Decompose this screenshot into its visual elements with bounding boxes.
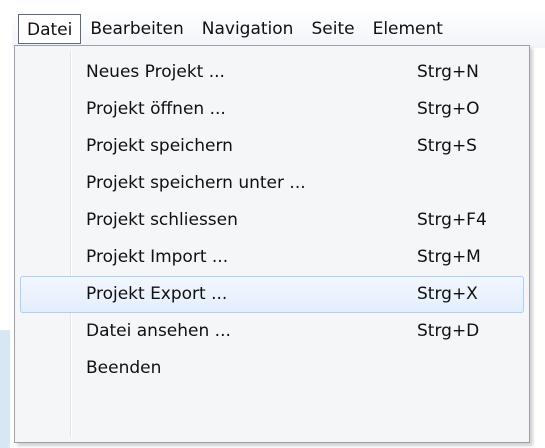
menu-item-shortcut: Strg+X	[417, 284, 478, 304]
application-window: Datei Bearbeiten Navigation Seite Elemen…	[0, 0, 545, 448]
menu-item-projekt-speichern-unter[interactable]: Projekt speichern unter ...	[20, 165, 524, 202]
menu-item-label: Projekt Import ...	[86, 247, 229, 267]
menu-item-projekt-oeffnen[interactable]: Projekt öffnen ... Strg+O	[20, 91, 524, 128]
menu-element[interactable]: Element	[364, 14, 452, 44]
menu-bar: Datei Bearbeiten Navigation Seite Elemen…	[12, 10, 545, 48]
menu-item-label: Projekt speichern unter ...	[86, 173, 306, 193]
menu-item-shortcut: Strg+S	[417, 136, 477, 156]
menu-item-label: Projekt speichern	[86, 136, 233, 156]
menu-item-datei-ansehen[interactable]: Datei ansehen ... Strg+D	[20, 313, 524, 350]
menu-item-neues-projekt[interactable]: Neues Projekt ... Strg+N	[20, 54, 524, 91]
menu-item-shortcut: Strg+F4	[417, 210, 487, 230]
menu-item-projekt-export[interactable]: Projekt Export ... Strg+X	[20, 276, 524, 313]
menu-item-list: Neues Projekt ... Strg+N Projekt öffnen …	[17, 54, 527, 387]
menu-item-shortcut: Strg+N	[417, 62, 479, 82]
menu-item-label: Neues Projekt ...	[86, 62, 225, 82]
menu-seite[interactable]: Seite	[302, 14, 363, 44]
menu-item-projekt-speichern[interactable]: Projekt speichern Strg+S	[20, 128, 524, 165]
menu-navigation[interactable]: Navigation	[193, 14, 303, 44]
menu-item-label: Projekt öffnen ...	[86, 99, 226, 119]
menu-item-shortcut: Strg+M	[417, 247, 481, 267]
menu-datei[interactable]: Datei	[18, 14, 82, 44]
menu-item-label: Datei ansehen ...	[86, 321, 231, 341]
datei-dropdown-menu: Neues Projekt ... Strg+N Projekt öffnen …	[14, 45, 530, 443]
menu-item-label: Beenden	[86, 358, 162, 378]
menu-item-shortcut: Strg+O	[417, 99, 480, 119]
background-panel-edge	[0, 330, 10, 448]
menu-bearbeiten[interactable]: Bearbeiten	[81, 14, 192, 44]
menu-item-shortcut: Strg+D	[417, 321, 480, 341]
menu-item-label: Projekt Export ...	[86, 284, 228, 304]
menu-item-beenden[interactable]: Beenden	[20, 350, 524, 387]
menu-item-projekt-import[interactable]: Projekt Import ... Strg+M	[20, 239, 524, 276]
menu-item-projekt-schliessen[interactable]: Projekt schliessen Strg+F4	[20, 202, 524, 239]
menu-item-label: Projekt schliessen	[86, 210, 238, 230]
